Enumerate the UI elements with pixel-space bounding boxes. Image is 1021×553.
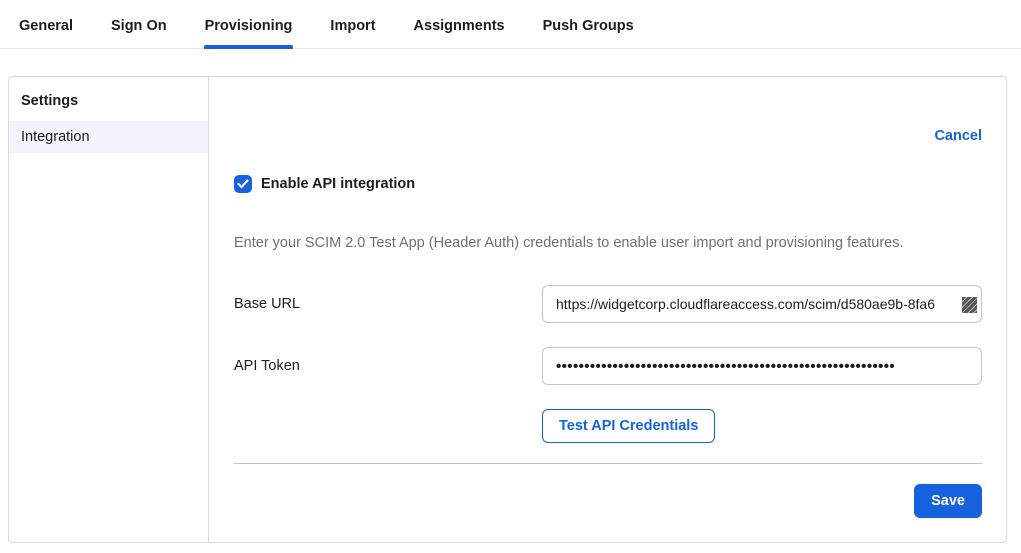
- api-token-masked-value: ••••••••••••••••••••••••••••••••••••••••…: [556, 358, 895, 375]
- base-url-row: Base URL https://widgetcorp.cloudflareac…: [234, 285, 982, 323]
- integration-settings-form: Cancel Enable API integration Enter your…: [209, 77, 1006, 542]
- enable-api-label: Enable API integration: [261, 176, 415, 192]
- api-token-input[interactable]: ••••••••••••••••••••••••••••••••••••••••…: [542, 347, 982, 385]
- app-tab-bar: General Sign On Provisioning Import Assi…: [0, 0, 1021, 49]
- sidebar-heading: Settings: [9, 83, 208, 121]
- test-credentials-row: Test API Credentials: [542, 409, 982, 443]
- cancel-row: Cancel: [234, 127, 982, 145]
- base-url-label: Base URL: [234, 296, 542, 312]
- form-divider: [234, 463, 982, 464]
- enable-api-row: Enable API integration: [234, 175, 982, 193]
- text-overflow-indicator-icon: [962, 297, 977, 313]
- credentials-description: Enter your SCIM 2.0 Test App (Header Aut…: [234, 235, 982, 251]
- provisioning-panel: Settings Integration Cancel Enable API i…: [8, 76, 1007, 543]
- tab-push-groups[interactable]: Push Groups: [542, 4, 635, 48]
- enable-api-checkbox[interactable]: [234, 175, 252, 193]
- base-url-value: https://widgetcorp.cloudflareaccess.com/…: [556, 296, 935, 312]
- sidebar-item-integration[interactable]: Integration: [9, 121, 208, 153]
- tab-import[interactable]: Import: [329, 4, 376, 48]
- save-button[interactable]: Save: [914, 484, 982, 518]
- save-row: Save: [234, 484, 982, 518]
- checkmark-icon: [237, 179, 249, 189]
- tab-assignments[interactable]: Assignments: [413, 4, 506, 48]
- api-token-label: API Token: [234, 358, 542, 374]
- tab-sign-on[interactable]: Sign On: [110, 4, 168, 48]
- api-token-row: API Token ••••••••••••••••••••••••••••••…: [234, 347, 982, 385]
- base-url-input[interactable]: https://widgetcorp.cloudflareaccess.com/…: [542, 285, 982, 323]
- settings-sidebar: Settings Integration: [9, 77, 209, 542]
- cancel-link[interactable]: Cancel: [934, 128, 982, 144]
- tab-general[interactable]: General: [18, 4, 74, 48]
- tab-provisioning[interactable]: Provisioning: [204, 4, 294, 48]
- test-api-credentials-button[interactable]: Test API Credentials: [542, 409, 715, 443]
